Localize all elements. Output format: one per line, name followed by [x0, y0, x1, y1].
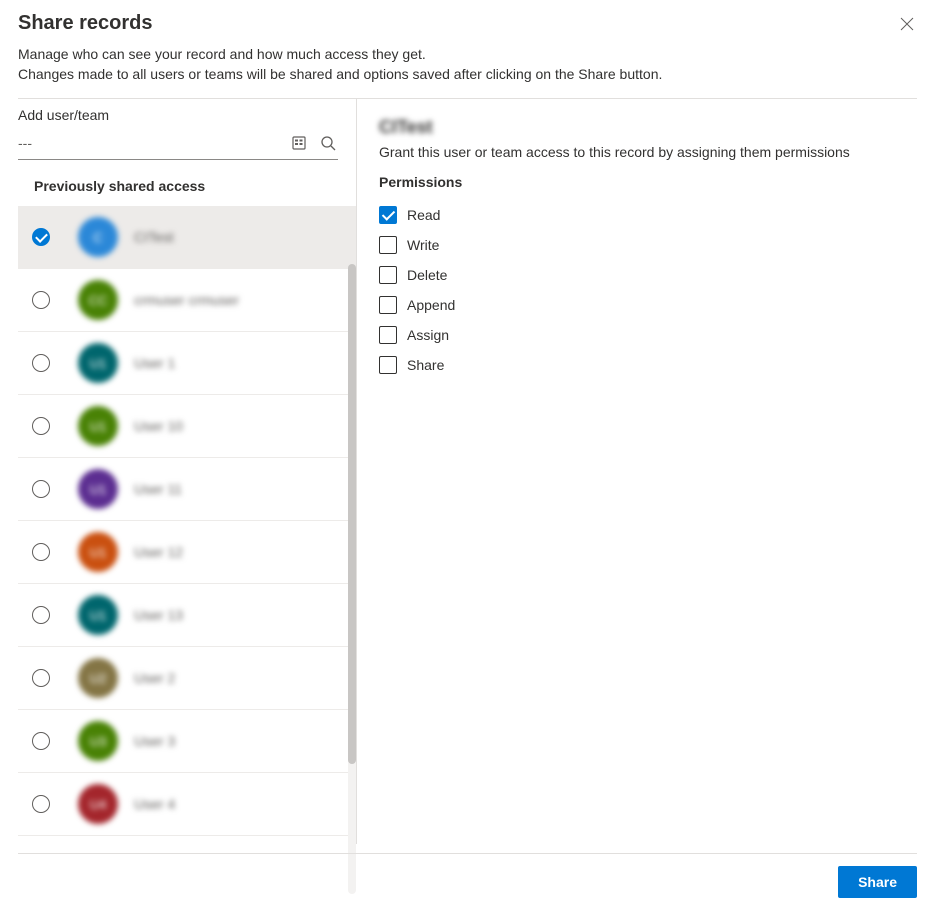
list-item-radio[interactable]	[32, 417, 50, 435]
add-user-team-label: Add user/team	[18, 99, 356, 127]
list-item-radio[interactable]	[32, 480, 50, 498]
list-item-radio[interactable]	[32, 732, 50, 750]
permission-label: Append	[407, 297, 455, 313]
permission-row: Read	[379, 200, 917, 230]
list-item-label: User 2	[134, 670, 175, 686]
list-item[interactable]: CC crmuser crmuser	[18, 269, 356, 332]
avatar: C	[78, 217, 118, 257]
dialog-footer: Share	[18, 853, 917, 909]
list-item-label: User 13	[134, 607, 183, 623]
search-button[interactable]	[318, 133, 338, 153]
avatar: U1	[78, 406, 118, 446]
left-panel: Add user/team	[0, 99, 357, 844]
search-icon	[320, 135, 336, 151]
scrollbar-track[interactable]	[348, 264, 356, 894]
avatar: U1	[78, 469, 118, 509]
close-icon	[900, 17, 914, 31]
list-item[interactable]: U1 User 10	[18, 395, 356, 458]
previously-shared-heading: Previously shared access	[18, 160, 356, 206]
permission-checkbox[interactable]	[379, 236, 397, 254]
avatar: U2	[78, 658, 118, 698]
list-item-radio[interactable]	[32, 543, 50, 561]
permission-checkbox[interactable]	[379, 326, 397, 344]
list-item-radio[interactable]	[32, 669, 50, 687]
scrollbar-thumb[interactable]	[348, 264, 356, 764]
list-item[interactable]: U3 User 3	[18, 710, 356, 773]
right-panel: CITest Grant this user or team access to…	[357, 99, 935, 844]
list-item-label: User 12	[134, 544, 183, 560]
subtitle-line-1: Manage who can see your record and how m…	[18, 46, 426, 62]
permission-row: Assign	[379, 320, 917, 350]
permission-checkbox[interactable]	[379, 296, 397, 314]
list-item-radio[interactable]	[32, 354, 50, 372]
avatar: U4	[78, 784, 118, 824]
permission-row: Delete	[379, 260, 917, 290]
list-item-label: User 4	[134, 796, 175, 812]
permission-checkbox[interactable]	[379, 356, 397, 374]
close-button[interactable]	[897, 14, 917, 34]
list-item[interactable]: U1 User 13	[18, 584, 356, 647]
permissions-heading: Permissions	[379, 174, 917, 190]
list-item-label: User 3	[134, 733, 175, 749]
list-item-label: User 10	[134, 418, 183, 434]
list-item-radio[interactable]	[32, 795, 50, 813]
avatar: U3	[78, 721, 118, 761]
list-item[interactable]: U1 User 11	[18, 458, 356, 521]
share-button[interactable]: Share	[838, 866, 917, 898]
list-item[interactable]: U1 User 12	[18, 521, 356, 584]
list-item[interactable]: U2 User 2	[18, 647, 356, 710]
selected-entity-name: CITest	[379, 117, 917, 138]
permission-checkbox[interactable]	[379, 206, 397, 224]
permission-row: Write	[379, 230, 917, 260]
list-item-label: User 1	[134, 355, 175, 371]
list-item-label: CITest	[134, 229, 174, 245]
subtitle-line-2: Changes made to all users or teams will …	[18, 66, 662, 82]
shared-access-list: C CITest CC crmuser crmuser U1 User 1 U1 User 1…	[18, 206, 356, 844]
permission-row: Append	[379, 290, 917, 320]
list-item-label: User 11	[134, 481, 182, 497]
avatar: U1	[78, 532, 118, 572]
permissions-list: Read Write Delete Append Assign Share	[379, 200, 917, 380]
add-user-team-input[interactable]	[18, 131, 290, 155]
list-item[interactable]: U4 User 4	[18, 773, 356, 836]
avatar: U1	[78, 595, 118, 635]
dialog-subtitle: Manage who can see your record and how m…	[18, 45, 917, 84]
avatar: U1	[78, 343, 118, 383]
permission-row: Share	[379, 350, 917, 380]
permission-label: Share	[407, 357, 444, 373]
permission-label: Delete	[407, 267, 447, 283]
avatar: CC	[78, 280, 118, 320]
lookup-records-button[interactable]	[290, 133, 310, 153]
list-item[interactable]: C CITest	[18, 206, 356, 269]
permissions-description: Grant this user or team access to this r…	[379, 144, 917, 160]
list-item-radio[interactable]	[32, 606, 50, 624]
search-row	[18, 127, 338, 160]
permission-label: Write	[407, 237, 439, 253]
permission-label: Read	[407, 207, 440, 223]
list-item-radio[interactable]	[32, 228, 50, 246]
dialog-title: Share records	[18, 12, 917, 35]
list-item-radio[interactable]	[32, 291, 50, 309]
lookup-records-icon	[292, 135, 308, 151]
list-item[interactable]: U1 User 1	[18, 332, 356, 395]
permission-label: Assign	[407, 327, 449, 343]
list-item-label: crmuser crmuser	[134, 292, 239, 308]
permission-checkbox[interactable]	[379, 266, 397, 284]
